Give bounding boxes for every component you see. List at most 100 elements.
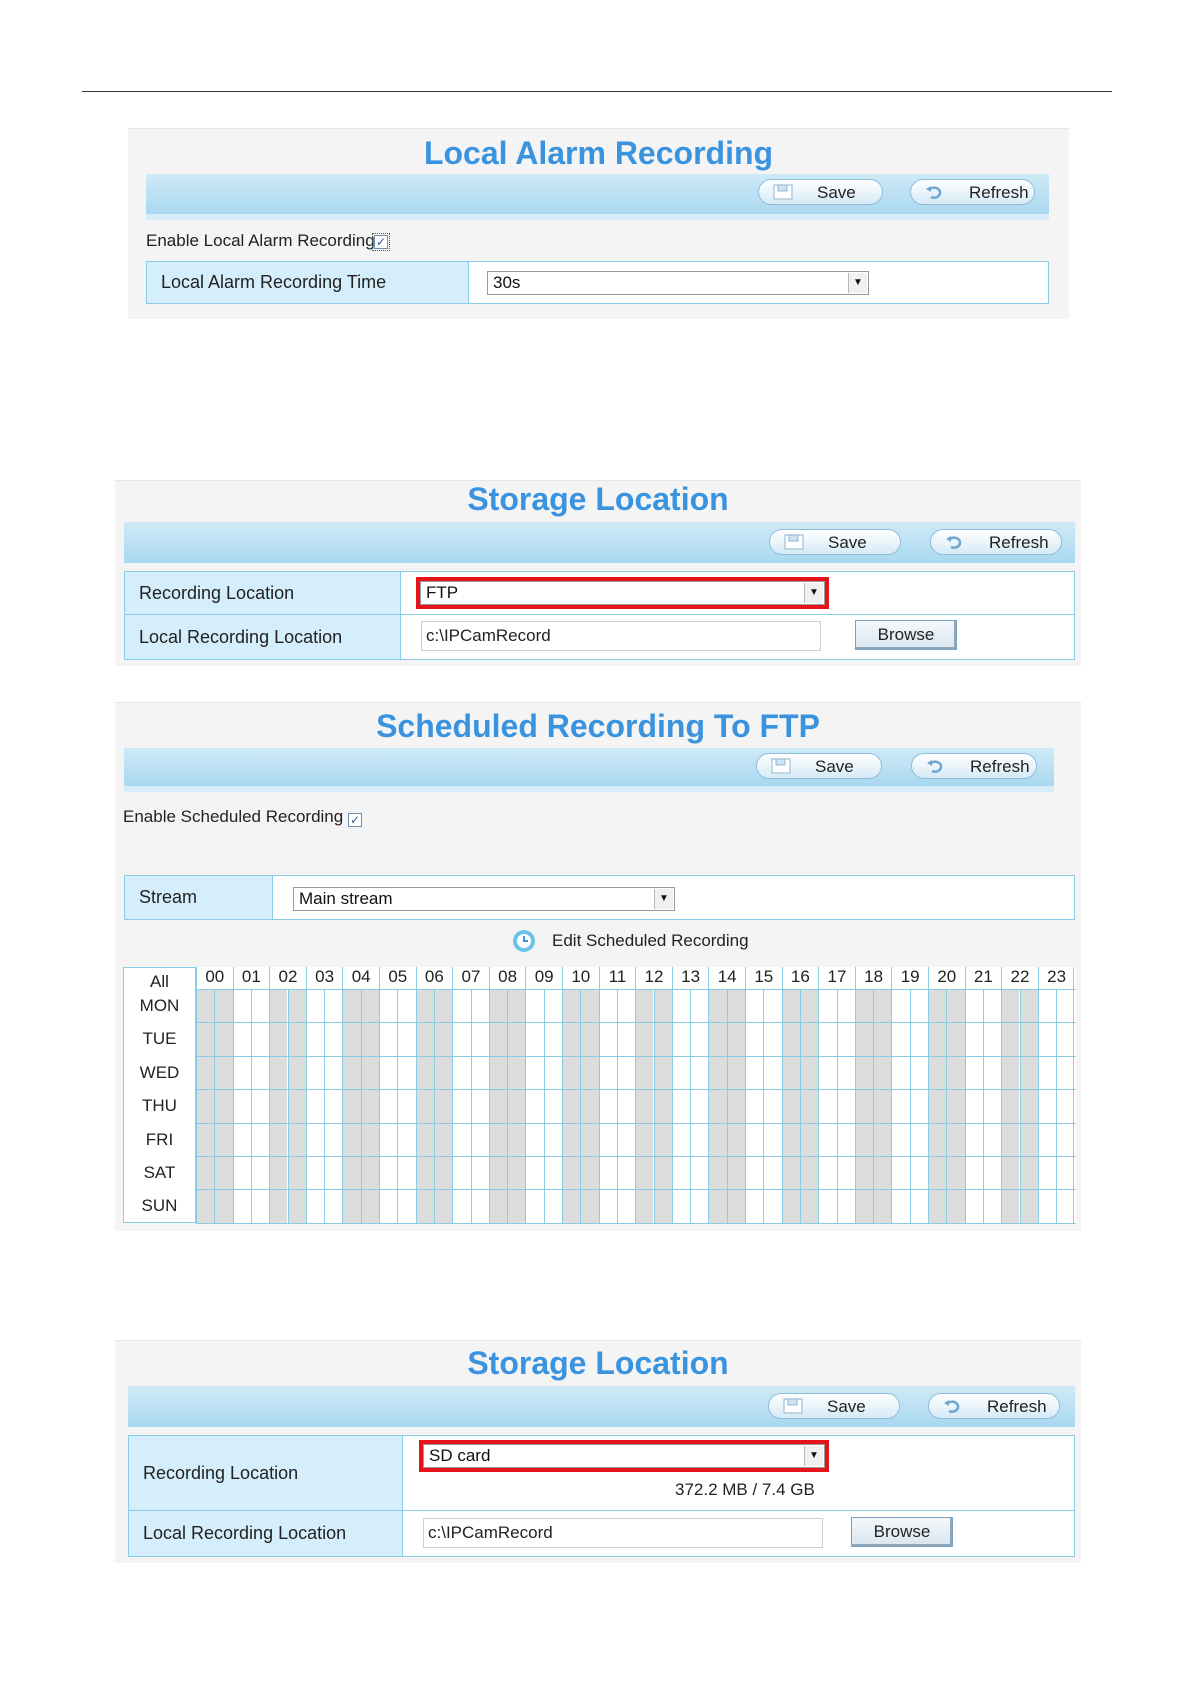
save-button[interactable]: Save [756,753,882,779]
hour-label[interactable]: 08 [488,967,526,989]
schedule-half-hour-column[interactable] [671,989,690,1223]
schedule-half-hour-column[interactable] [269,989,288,1223]
day-label[interactable]: FRI [124,1130,195,1150]
local-recording-location-input[interactable]: c:\IPCamRecord [423,1518,823,1548]
save-button[interactable]: Save [758,179,883,205]
save-button[interactable]: Save [768,1393,900,1419]
select-all-cell[interactable]: All [124,972,195,992]
hour-label[interactable]: 05 [379,967,416,989]
schedule-half-hour-column[interactable] [562,989,581,1223]
hour-label[interactable]: 19 [891,967,928,989]
stream-select[interactable]: Main stream ▼ [293,887,675,911]
schedule-half-hour-column[interactable] [305,989,324,1223]
hour-label[interactable]: 01 [232,967,270,989]
schedule-half-hour-column[interactable] [1037,989,1056,1223]
chevron-down-icon[interactable]: ▼ [804,583,823,603]
hour-label[interactable]: 15 [745,967,782,989]
schedule-half-hour-column[interactable] [214,989,233,1223]
schedule-half-hour-column[interactable] [928,989,947,1223]
hour-label[interactable]: 06 [415,967,453,989]
schedule-half-hour-column[interactable] [452,989,470,1223]
hour-label[interactable]: 04 [342,967,379,989]
schedule-half-hour-column[interactable] [982,989,1001,1223]
schedule-half-hour-column[interactable] [873,989,892,1223]
refresh-button[interactable]: Refresh [928,1393,1060,1419]
hour-label[interactable]: 18 [854,967,892,989]
browse-button[interactable]: Browse [855,620,957,650]
hour-label[interactable]: 20 [928,967,965,989]
schedule-half-hour-column[interactable] [598,989,617,1223]
schedule-half-hour-column[interactable] [836,989,855,1223]
schedule-half-hour-column[interactable] [196,989,215,1223]
schedule-half-hour-column[interactable] [470,989,489,1223]
schedule-half-hour-column[interactable] [799,989,819,1223]
refresh-button[interactable]: Refresh [910,179,1035,205]
schedule-half-hour-column[interactable] [324,989,342,1223]
browse-button[interactable]: Browse [851,1517,953,1547]
schedule-half-hour-column[interactable] [543,989,562,1223]
chevron-down-icon[interactable]: ▼ [804,1446,823,1466]
day-label[interactable]: MON [124,996,195,1016]
hour-label[interactable]: 10 [562,967,599,989]
schedule-half-hour-column[interactable] [488,989,508,1223]
day-label[interactable]: TUE [124,1029,195,1049]
schedule-half-hour-column[interactable] [287,989,306,1223]
hour-label[interactable]: 02 [269,967,306,989]
schedule-half-hour-column[interactable] [708,989,727,1223]
day-label[interactable]: SUN [124,1196,195,1216]
day-label[interactable]: WED [124,1063,195,1083]
schedule-half-hour-column[interactable] [433,989,453,1223]
hour-label[interactable]: 07 [452,967,489,989]
chevron-down-icon[interactable]: ▼ [654,889,673,909]
schedule-half-hour-column[interactable] [964,989,983,1223]
edit-scheduled-recording-link[interactable]: Edit Scheduled Recording [552,931,749,951]
schedule-half-hour-column[interactable] [1056,989,1074,1223]
schedule-half-hour-column[interactable] [616,989,635,1223]
schedule-half-hour-column[interactable] [891,989,909,1223]
schedule-half-hour-column[interactable] [726,989,745,1223]
hour-label[interactable]: 16 [781,967,819,989]
schedule-half-hour-column[interactable] [525,989,543,1223]
day-label[interactable]: THU [124,1096,195,1116]
hour-label[interactable]: 22 [1001,967,1038,989]
schedule-half-hour-column[interactable] [745,989,763,1223]
hour-label[interactable]: 21 [964,967,1002,989]
chevron-down-icon[interactable]: ▼ [848,273,867,293]
hour-label[interactable]: 11 [598,967,636,989]
hour-label[interactable]: 09 [525,967,562,989]
schedule-half-hour-column[interactable] [818,989,836,1223]
save-button[interactable]: Save [769,529,901,555]
hour-label[interactable]: 23 [1037,967,1075,989]
recording-location-select[interactable]: SD card ▼ [419,1440,829,1472]
schedule-half-hour-column[interactable] [653,989,672,1223]
schedule-half-hour-column[interactable] [232,989,251,1223]
schedule-half-hour-column[interactable] [635,989,654,1223]
hour-label[interactable]: 00 [196,967,233,989]
schedule-half-hour-column[interactable] [781,989,800,1223]
enable-scheduled-recording-checkbox[interactable]: ✓ [348,813,362,827]
schedule-half-hour-column[interactable] [580,989,599,1223]
hour-label[interactable]: 14 [708,967,745,989]
hour-label[interactable]: 12 [635,967,672,989]
schedule-half-hour-column[interactable] [379,989,397,1223]
schedule-half-hour-column[interactable] [250,989,269,1223]
schedule-half-hour-column[interactable] [909,989,928,1223]
local-recording-location-input[interactable]: c:\IPCamRecord [421,621,821,651]
hour-label[interactable]: 17 [818,967,855,989]
schedule-half-hour-column[interactable] [342,989,361,1223]
schedule-half-hour-column[interactable] [690,989,708,1223]
schedule-half-hour-column[interactable] [854,989,874,1223]
alarm-time-select[interactable]: 30s ▼ [487,271,869,295]
schedule-half-hour-column[interactable] [1001,989,1020,1223]
schedule-half-hour-column[interactable] [946,989,965,1223]
hour-label[interactable]: 13 [671,967,709,989]
schedule-half-hour-column[interactable] [507,989,526,1223]
schedule-half-hour-column[interactable] [763,989,781,1223]
enable-alarm-recording-checkbox[interactable]: ✓ [372,233,390,251]
day-label[interactable]: SAT [124,1163,195,1183]
schedule-half-hour-column[interactable] [360,989,379,1223]
refresh-button[interactable]: Refresh [911,753,1037,779]
refresh-button[interactable]: Refresh [930,529,1062,555]
schedule-grid[interactable]: All MON TUE WED THU FRI SAT SUN 00 01 02 03 04 05 06 07… [123,967,1076,1224]
recording-location-select[interactable]: FTP ▼ [416,577,829,609]
